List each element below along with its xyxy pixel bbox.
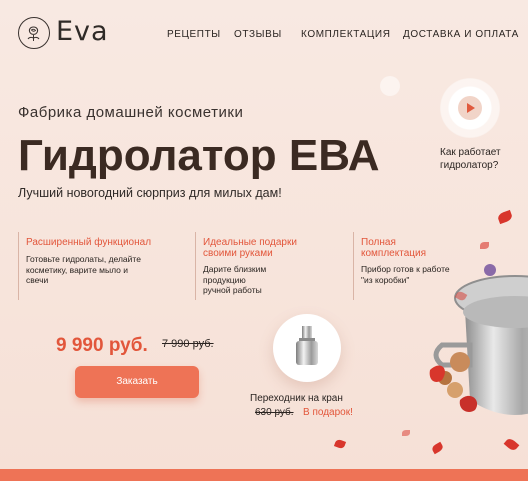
decorative-circle <box>380 76 400 96</box>
feature-2-line: Дарите близким <box>203 264 267 274</box>
tagline: Фабрика домашней косметики <box>18 104 244 121</box>
nav-recipes[interactable]: РЕЦЕПТЫ <box>167 29 221 40</box>
feature-3-title-line2: комплектация <box>361 248 426 259</box>
subtitle: Лучший новогодний сюрприз для милых дам! <box>18 186 282 200</box>
logo-text[interactable]: Eva <box>56 16 109 47</box>
old-price: 7 990 руб. <box>162 338 214 350</box>
feature-3-title-line1: Полная <box>361 237 396 248</box>
feature-3-title: Полная комплектация <box>361 237 426 259</box>
product-image <box>420 250 528 460</box>
feature-2-title-line1: Идеальные подарки <box>203 237 297 248</box>
feature-divider <box>353 232 354 300</box>
order-button[interactable]: Заказать <box>75 366 199 398</box>
feature-1-text: Готовьте гидролаты, делайте косметику, в… <box>26 254 141 286</box>
feature-divider <box>195 232 196 300</box>
feature-1-line: косметику, варите мыло и <box>26 264 129 275</box>
video-label-line1: Как работает <box>440 147 501 158</box>
feature-2-text: Дарите близким продукцию ручной работы <box>203 264 266 296</box>
logo-rose-icon[interactable] <box>18 17 50 49</box>
decorative-petal <box>333 438 347 450</box>
feature-1-line: Готовьте гидролаты, делайте <box>26 254 141 264</box>
nav-delivery[interactable]: ДОСТАВКА И ОПЛАТА <box>403 29 519 40</box>
adapter-icon <box>296 326 318 365</box>
nav-contents[interactable]: КОМПЛЕКТАЦИЯ <box>301 29 391 40</box>
adapter-gift-label: В подарок! <box>303 407 353 418</box>
decorative-petal <box>496 209 514 225</box>
adapter-image <box>273 314 341 382</box>
nav-reviews[interactable]: ОТЗЫВЫ <box>234 29 282 40</box>
feature-1-title: Расширенный функционал <box>26 237 152 248</box>
feature-1-line: свечи <box>26 275 49 285</box>
feature-2-title: Идеальные подарки своими руками <box>203 237 297 259</box>
feature-2-title-line2: своими руками <box>203 248 273 259</box>
feature-2-line: ручной работы <box>203 285 262 295</box>
decorative-petal <box>480 242 489 249</box>
bottom-accent-bar <box>0 469 528 481</box>
decorative-petal <box>402 430 410 436</box>
video-label-line2: гидролатор? <box>440 160 499 171</box>
video-label[interactable]: Как работает гидролатор? <box>440 146 501 172</box>
price: 9 990 руб. <box>56 335 148 356</box>
feature-2-line: продукцию <box>203 274 246 285</box>
play-icon[interactable] <box>467 103 475 113</box>
adapter-old-price: 630 руб. <box>255 407 294 418</box>
page-title: Гидролатор ЕВА <box>18 131 380 180</box>
feature-divider <box>18 232 19 300</box>
adapter-label: Переходник на кран <box>250 393 343 404</box>
